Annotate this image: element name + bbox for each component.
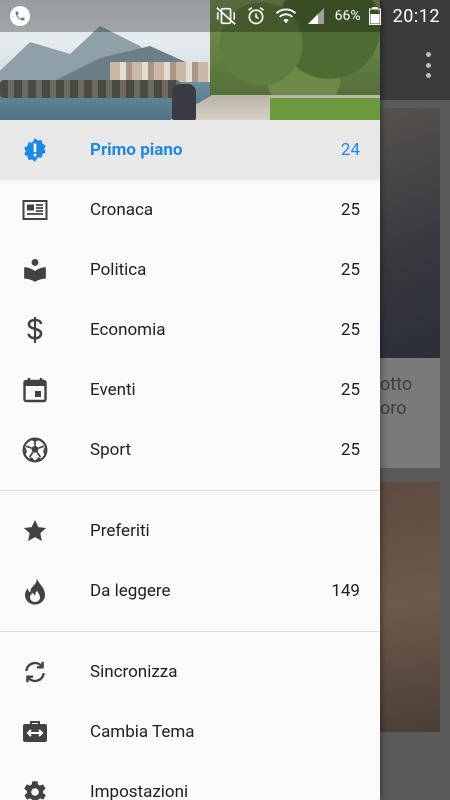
menu-item-label: Cambia Tema [90, 722, 195, 742]
menu-item-cambia-tema[interactable]: Cambia Tema [0, 702, 380, 762]
menu-item-preferiti[interactable]: Preferiti [0, 501, 380, 561]
menu-item-politica[interactable]: Politica 25 [0, 240, 380, 300]
menu-item-count: 25 [340, 440, 360, 460]
sync-icon [22, 659, 48, 685]
menu-item-primo-piano[interactable]: Primo piano 24 [0, 120, 380, 180]
dollar-icon [22, 317, 48, 343]
menu-section-settings: Sincronizza Cambia Tema Impostazioni [0, 642, 380, 800]
reading-person-icon [22, 257, 48, 283]
menu-item-label: Impostazioni [90, 782, 189, 800]
menu-divider [0, 490, 380, 491]
phone-call-icon [10, 6, 30, 26]
soccer-ball-icon [22, 437, 48, 463]
menu-item-count: 25 [340, 380, 360, 400]
menu-section-saved: Preferiti Da leggere 149 [0, 501, 380, 621]
menu-item-label: Sincronizza [90, 662, 178, 682]
menu-item-economia[interactable]: Economia 25 [0, 300, 380, 360]
menu-item-eventi[interactable]: Eventi 25 [0, 360, 380, 420]
menu-item-count: 25 [340, 320, 360, 340]
menu-item-label: Cronaca [90, 200, 154, 220]
menu-item-cronaca[interactable]: Cronaca 25 [0, 180, 380, 240]
navigation-drawer: Primo piano 24 Cronaca 25 Politica 25 Ec… [0, 0, 380, 800]
menu-item-label: Da leggere [90, 581, 171, 601]
battery-percentage: 66% [334, 8, 361, 24]
clock-time: 20:12 [392, 5, 440, 27]
battery-icon [368, 6, 381, 26]
menu-item-da-leggere[interactable]: Da leggere 149 [0, 561, 380, 621]
menu-item-count: 25 [340, 260, 360, 280]
menu-item-impostazioni[interactable]: Impostazioni [0, 762, 380, 800]
signal-icon [305, 6, 327, 26]
menu-item-count: 24 [340, 140, 360, 160]
menu-item-label: Primo piano [90, 140, 183, 160]
menu-item-count: 149 [331, 581, 360, 601]
star-icon [22, 518, 48, 544]
calendar-icon [22, 377, 48, 403]
swap-briefcase-icon [22, 719, 48, 745]
menu-divider [0, 631, 380, 632]
newspaper-icon [22, 197, 48, 223]
wifi-icon [275, 6, 297, 26]
status-bar: 66% 20:12 [0, 0, 450, 32]
menu-item-label: Politica [90, 260, 147, 280]
flame-icon [22, 578, 48, 605]
menu-item-sport[interactable]: Sport 25 [0, 420, 380, 480]
overflow-menu-icon[interactable] [420, 52, 436, 78]
article-title-fragment: otto oro [380, 374, 413, 419]
alarm-icon [245, 6, 267, 26]
menu-item-label: Sport [90, 440, 132, 460]
vibrate-muted-icon [215, 6, 237, 26]
alert-badge-icon [22, 137, 48, 163]
menu-section-categories: Primo piano 24 Cronaca 25 Politica 25 Ec… [0, 120, 380, 480]
menu-item-count: 25 [340, 200, 360, 220]
menu-item-label: Eventi [90, 380, 136, 400]
menu-item-sincronizza[interactable]: Sincronizza [0, 642, 380, 702]
menu-item-label: Economia [90, 320, 166, 340]
gear-icon [22, 779, 48, 800]
menu-item-label: Preferiti [90, 521, 150, 541]
